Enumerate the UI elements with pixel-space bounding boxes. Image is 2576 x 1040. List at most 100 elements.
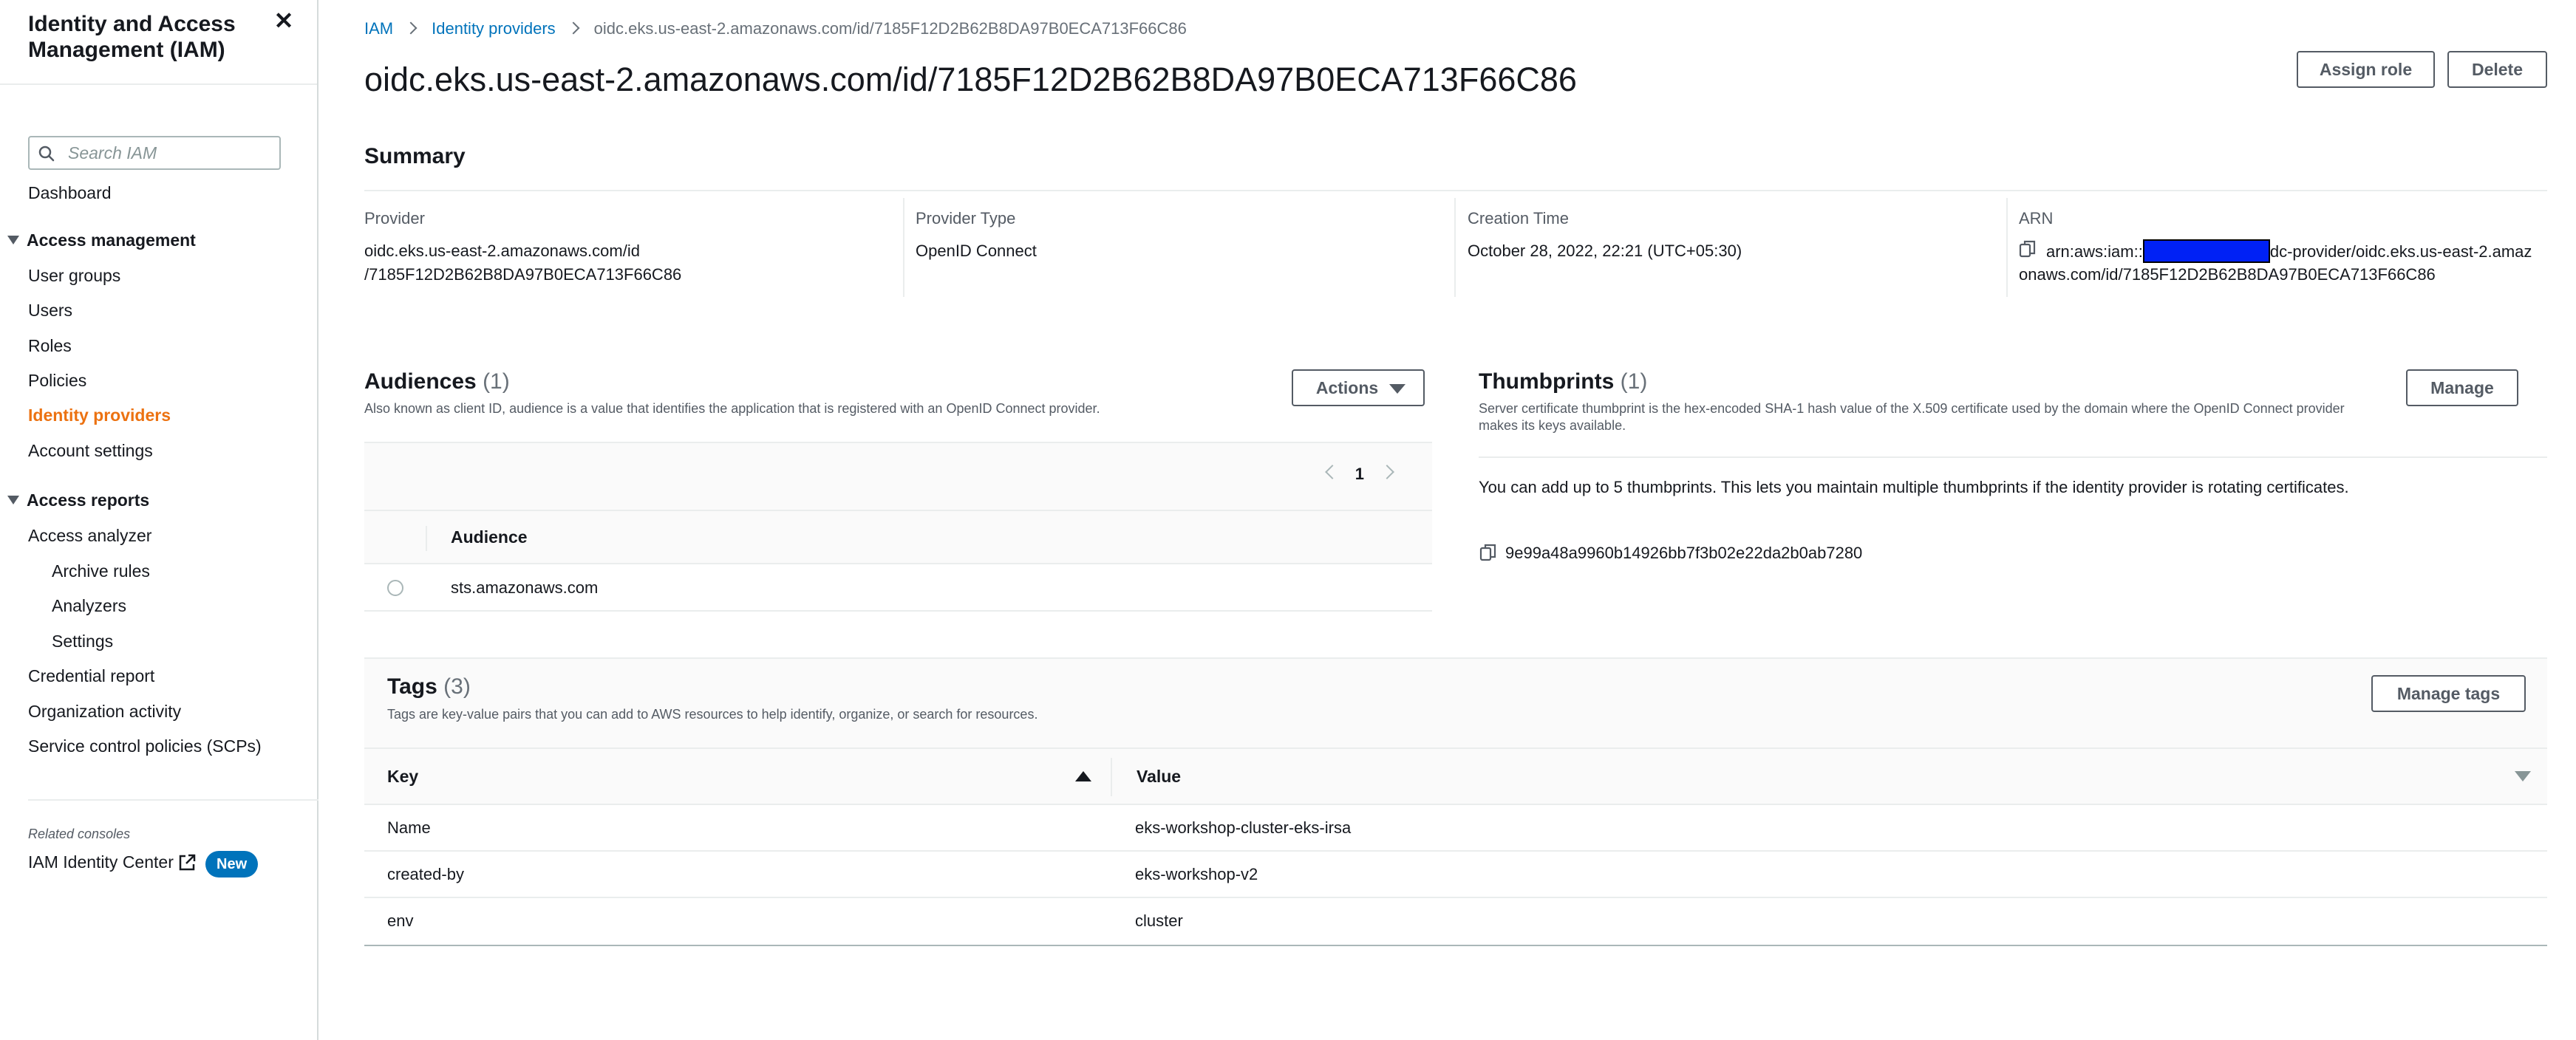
tags-heading: Tags (3) <box>387 674 471 699</box>
copy-icon[interactable] <box>2019 239 2037 259</box>
table-row: created-by eks-workshop-v2 <box>364 852 2547 898</box>
sidebar: Identity and Access Management (IAM) ✕ D… <box>0 0 318 1040</box>
thumbprints-info: You can add up to 5 thumbprints. This le… <box>1479 478 2349 496</box>
sidebar-section-access-reports[interactable]: Access reports <box>7 490 149 510</box>
caret-down-icon <box>1389 384 1405 394</box>
sidebar-section-access-management[interactable]: Access management <box>7 230 196 250</box>
manage-thumbprints-button[interactable]: Manage <box>2406 369 2518 406</box>
thumbprints-count: (1) <box>1620 369 1648 394</box>
tags-bottom-border <box>364 945 2547 946</box>
search-icon <box>38 146 55 162</box>
row-radio[interactable] <box>387 580 403 596</box>
tags-description: Tags are key-value pairs that you can ad… <box>387 707 1038 722</box>
table-row[interactable]: sts.amazonaws.com <box>364 564 1432 612</box>
column-divider <box>426 526 427 551</box>
search-field[interactable] <box>28 136 281 170</box>
breadcrumb-current: oidc.eks.us-east-2.amazonaws.com/id/7185… <box>593 19 1187 38</box>
tag-value: cluster <box>1135 911 1183 930</box>
assign-role-button[interactable]: Assign role <box>2297 51 2435 88</box>
key-column-header[interactable]: Key <box>387 767 418 787</box>
caret-down-icon <box>7 496 19 504</box>
sidebar-item-analyzers[interactable]: Analyzers <box>52 596 126 616</box>
iam-identity-center-link[interactable]: IAM Identity Center <box>28 852 174 872</box>
provider-label: Provider <box>364 209 425 228</box>
thumbprint-value: 9e99a48a9960b14926bb7f3b02e22da2b0ab7280 <box>1505 544 1863 562</box>
tag-key: env <box>387 911 414 930</box>
provider-type-label: Provider Type <box>916 209 1016 228</box>
pagination: 1 <box>1309 465 1410 487</box>
sidebar-item-organization-activity[interactable]: Organization activity <box>28 702 181 722</box>
actions-button[interactable]: Actions <box>1292 369 1425 406</box>
audiences-count: (1) <box>483 369 510 394</box>
sidebar-item-dashboard[interactable]: Dashboard <box>28 183 112 203</box>
summary-provider: Provider oidc.eks.us-east-2.amazonaws.co… <box>364 198 904 297</box>
sidebar-item-identity-providers[interactable]: Identity providers <box>28 406 171 425</box>
sidebar-item-user-groups[interactable]: User groups <box>28 266 120 286</box>
audiences-table: 1 Audience sts.amazonaws.com <box>364 442 1432 613</box>
sidebar-item-credential-report[interactable]: Credential report <box>28 666 154 686</box>
audience-value: sts.amazonaws.com <box>451 578 599 597</box>
search-input[interactable] <box>68 142 275 164</box>
sidebar-item-account-settings[interactable]: Account settings <box>28 441 153 461</box>
breadcrumb: IAM Identity providers oidc.eks.us-east-2.… <box>364 19 1187 38</box>
sidebar-divider <box>28 799 318 801</box>
copy-icon[interactable] <box>1479 543 1497 562</box>
table-row: Name eks-workshop-cluster-eks-irsa <box>364 805 2547 852</box>
sidebar-item-users[interactable]: Users <box>28 301 72 321</box>
page-number[interactable]: 1 <box>1355 465 1364 483</box>
summary-divider <box>364 190 2547 191</box>
thumbprints-divider <box>1479 456 2547 458</box>
close-icon[interactable]: ✕ <box>272 9 296 32</box>
summary-heading: Summary <box>364 144 466 168</box>
column-divider <box>1111 758 1112 796</box>
caret-down-icon <box>7 236 19 244</box>
manage-tags-button[interactable]: Manage tags <box>2371 675 2526 712</box>
tag-key: created-by <box>387 865 464 883</box>
provider-type-value: OpenID Connect <box>916 242 1037 260</box>
breadcrumb-iam[interactable]: IAM <box>364 19 393 38</box>
sidebar-item-settings[interactable]: Settings <box>52 632 113 651</box>
sidebar-divider <box>0 83 317 85</box>
chevron-right-icon[interactable] <box>1380 465 1394 479</box>
breadcrumb-identity-providers[interactable]: Identity providers <box>432 19 556 38</box>
audiences-heading: Audiences (1) <box>364 369 510 394</box>
sidebar-item-roles[interactable]: Roles <box>28 336 72 356</box>
audiences-pagination-bar: 1 <box>364 442 1432 510</box>
external-link-icon[interactable] <box>177 853 197 872</box>
thumbprints-heading: Thumbprints (1) <box>1479 369 1648 394</box>
arn-label: ARN <box>2019 209 2054 228</box>
tags-header: Tags (3) Tags are key-value pairs that y… <box>364 659 2547 749</box>
audiences-description: Also known as client ID, audience is a v… <box>364 401 1100 416</box>
tag-key: Name <box>387 818 431 837</box>
thumbprints-description: Server certificate thumbprint is the hex… <box>1479 401 2345 433</box>
sidebar-item-scps[interactable]: Service control policies (SCPs) <box>28 736 262 756</box>
summary-arn: ARN arn:aws:iam:: dc-provider/oidc.eks.us… <box>2019 198 2551 297</box>
delete-button[interactable]: Delete <box>2447 51 2547 88</box>
sort-caret-icon[interactable] <box>2515 771 2531 781</box>
value-column-header[interactable]: Value <box>1137 767 1181 787</box>
sidebar-item-access-analyzer[interactable]: Access analyzer <box>28 526 151 546</box>
tag-value: eks-workshop-v2 <box>1135 865 1258 883</box>
creation-time-value: October 28, 2022, 22:21 (UTC+05:30) <box>1468 242 1742 260</box>
sort-ascending-icon[interactable] <box>1075 771 1091 781</box>
summary-provider-type: Provider Type OpenID Connect <box>916 198 1456 297</box>
sidebar-title: Identity and Access Management (IAM) <box>28 12 236 62</box>
page-title: oidc.eks.us-east-2.amazonaws.com/id/7185… <box>364 61 1577 98</box>
related-consoles-label: Related consoles <box>28 827 131 841</box>
arn-value-continued: onaws.com/id/7185F12D2B62B8DA97B0ECA713F… <box>2019 265 2436 284</box>
tags-table-header: Key Value <box>364 749 2547 805</box>
arn-value: arn:aws:iam:: dc-provider/oidc.eks.us-eas… <box>2046 239 2532 264</box>
chevron-left-icon[interactable] <box>1324 465 1340 479</box>
audience-column-header: Audience <box>451 527 528 547</box>
tag-value: eks-workshop-cluster-eks-irsa <box>1135 818 1352 837</box>
new-badge: New <box>205 851 259 878</box>
summary-creation-time: Creation Time October 28, 2022, 22:21 (U… <box>1468 198 2008 297</box>
provider-value: oidc.eks.us-east-2.amazonaws.com/id /718… <box>364 242 682 284</box>
audiences-table-header: Audience <box>364 510 1432 564</box>
sidebar-item-policies[interactable]: Policies <box>28 371 86 391</box>
chevron-right-icon <box>404 21 418 35</box>
sidebar-item-archive-rules[interactable]: Archive rules <box>52 561 150 581</box>
tags-panel: Tags (3) Tags are key-value pairs that y… <box>364 657 2547 946</box>
creation-time-label: Creation Time <box>1468 209 1569 228</box>
chevron-right-icon <box>567 21 580 35</box>
